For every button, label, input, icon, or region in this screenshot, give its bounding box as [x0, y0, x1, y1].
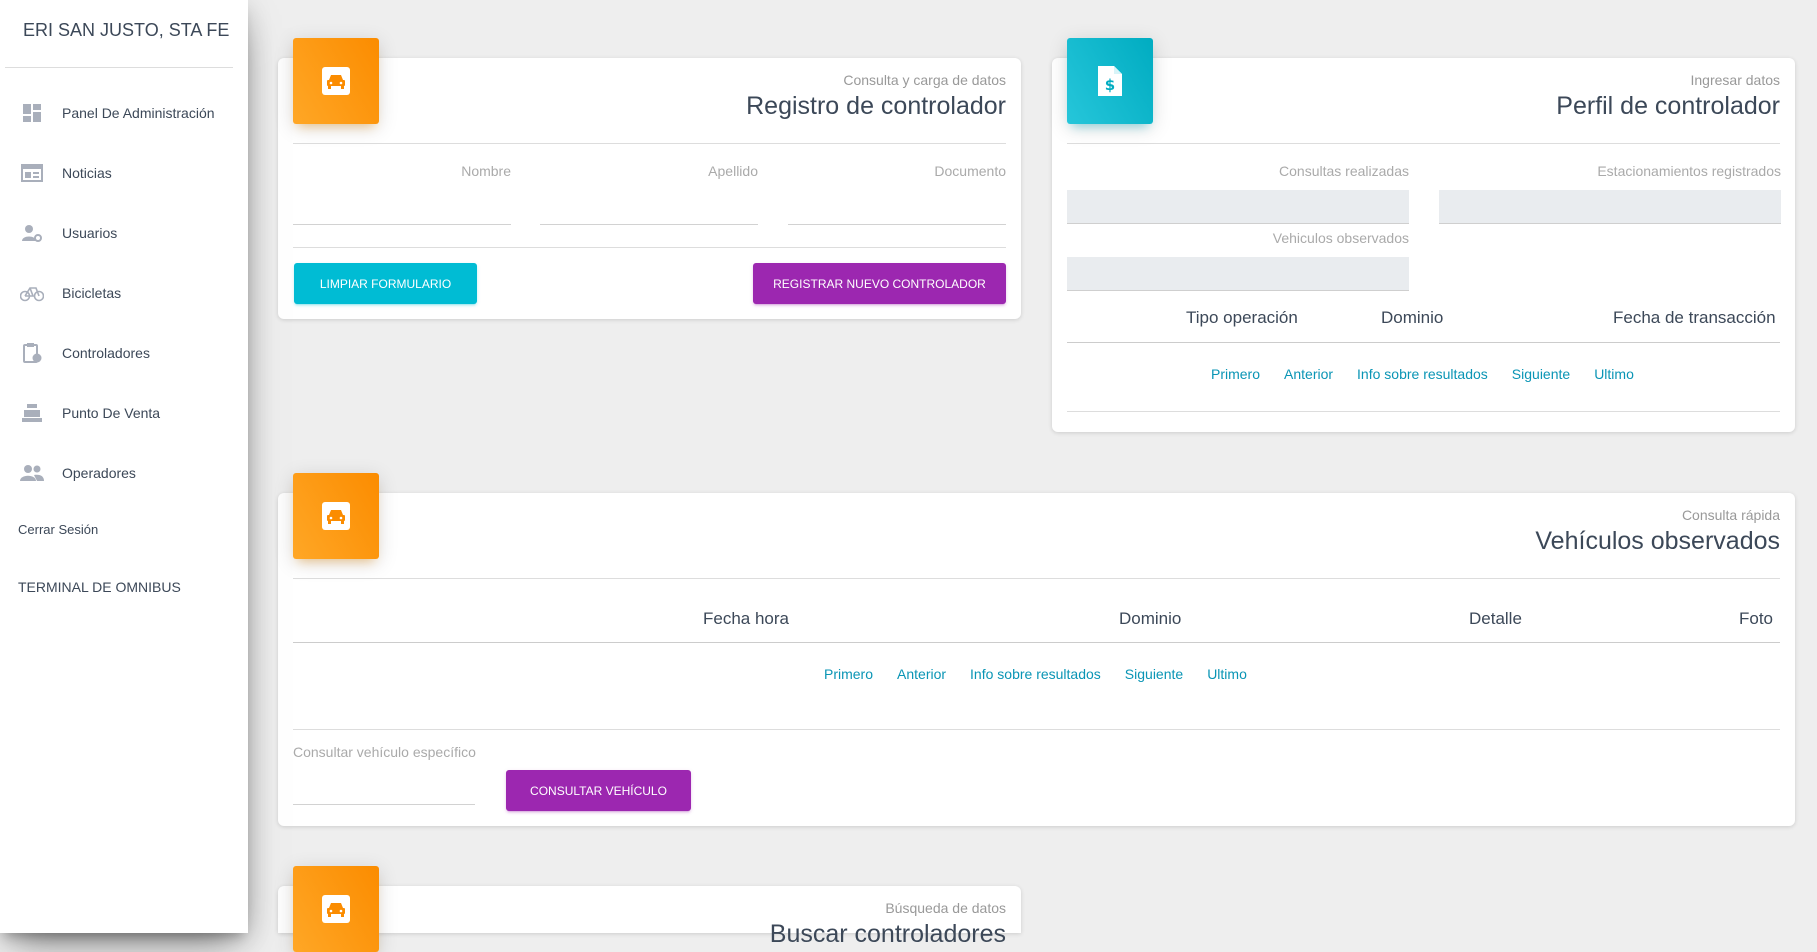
pager-last[interactable]: Ultimo: [1207, 666, 1247, 682]
sidebar-item-label: Operadores: [62, 465, 136, 481]
clipboard-clock-icon: [20, 341, 44, 365]
pager-previous[interactable]: Anterior: [897, 666, 946, 682]
apellido-label: Apellido: [708, 163, 758, 179]
column-header[interactable]: Dominio: [1381, 308, 1443, 328]
nombre-input[interactable]: [293, 224, 511, 225]
terminal-label: TERMINAL DE OMNIBUS: [18, 579, 181, 595]
brand-title[interactable]: ERI SAN JUSTO, STA FE: [23, 20, 229, 41]
sidebar-item-label: Controladores: [62, 345, 150, 361]
vehiculos-observados-label: Vehiculos observados: [1272, 230, 1409, 246]
column-header[interactable]: Foto: [1739, 609, 1773, 629]
sidebar-item-noticias[interactable]: Noticias: [20, 158, 112, 188]
card-category: Búsqueda de datos: [885, 900, 1006, 916]
svg-text:$: $: [1105, 76, 1115, 94]
sidebar-item-punto-de-venta[interactable]: Punto De Venta: [20, 398, 160, 428]
registro-card: Consulta y carga de datos Registro de co…: [278, 58, 1021, 319]
people-icon: [20, 461, 44, 485]
pager-last[interactable]: Ultimo: [1594, 366, 1634, 382]
invoice-dollar-icon: $: [1067, 38, 1153, 124]
sidebar-item-label: Usuarios: [62, 225, 118, 241]
column-header[interactable]: Dominio: [1119, 609, 1181, 629]
consultar-vehiculo-label: Consultar vehículo específico: [293, 744, 476, 760]
car-icon: [293, 866, 379, 952]
cash-register-icon: [20, 401, 44, 425]
sidebar-item-panel[interactable]: Panel De Administración: [20, 98, 215, 128]
card-divider: [1067, 411, 1780, 412]
table-divider: [293, 642, 1780, 643]
sidebar-item-operadores[interactable]: Operadores: [20, 458, 136, 488]
apellido-input[interactable]: [540, 224, 758, 225]
pager-first[interactable]: Primero: [824, 666, 873, 682]
documento-label: Documento: [934, 163, 1006, 179]
sidebar: ERI SAN JUSTO, STA FE Panel De Administr…: [0, 0, 248, 933]
consultas-label: Consultas realizadas: [1279, 163, 1409, 179]
column-header[interactable]: Tipo operación: [1186, 308, 1298, 328]
clear-form-button[interactable]: LIMPIAR FORMULARIO: [294, 263, 477, 304]
sidebar-item-label: Bicicletas: [62, 285, 122, 301]
table-divider: [1067, 342, 1780, 343]
card-category: Consulta y carga de datos: [843, 72, 1006, 88]
car-icon: [293, 38, 379, 124]
card-title: Vehículos observados: [1535, 527, 1780, 555]
nombre-label: Nombre: [461, 163, 511, 179]
perfil-card: Ingresar datos Perfil de controlador Con…: [1052, 58, 1795, 432]
pagination: Primero Anterior Info sobre resultados S…: [824, 666, 1247, 682]
pagination: Primero Anterior Info sobre resultados S…: [1211, 366, 1634, 382]
consultar-vehiculo-input[interactable]: [293, 804, 475, 805]
bicycle-icon: [20, 281, 44, 305]
sidebar-item-controladores[interactable]: Controladores: [20, 338, 150, 368]
sidebar-item-usuarios[interactable]: Usuarios: [20, 218, 117, 248]
sidebar-item-bicicletas[interactable]: Bicicletas: [20, 278, 121, 308]
sidebar-item-label: Noticias: [62, 165, 112, 181]
pager-next[interactable]: Siguiente: [1125, 666, 1183, 682]
column-header[interactable]: Detalle: [1469, 609, 1522, 629]
card-title: Perfil de controlador: [1556, 92, 1780, 120]
sidebar-item-label: Panel De Administración: [62, 105, 215, 121]
estacionamientos-label: Estacionamientos registrados: [1597, 163, 1781, 179]
pager-first[interactable]: Primero: [1211, 366, 1260, 382]
sidebar-item-label: Punto De Venta: [62, 405, 161, 421]
buscar-card: Búsqueda de datos Buscar controladores: [278, 886, 1021, 948]
card-divider: [293, 578, 1780, 579]
card-divider: [293, 729, 1780, 730]
newspaper-icon: [20, 161, 44, 185]
card-category: Ingresar datos: [1690, 72, 1781, 88]
vehiculos-card: Consulta rápida Vehículos observados Fec…: [278, 493, 1795, 826]
car-icon: [293, 473, 379, 559]
card-title: Buscar controladores: [769, 920, 1006, 948]
estacionamientos-field: [1439, 190, 1781, 224]
card-divider: [293, 247, 1006, 248]
user-settings-icon: [20, 221, 44, 245]
pager-previous[interactable]: Anterior: [1284, 366, 1333, 382]
column-header[interactable]: Fecha de transacción: [1613, 308, 1776, 328]
vehiculos-observados-field: [1067, 257, 1409, 291]
pager-info[interactable]: Info sobre resultados: [1357, 366, 1488, 382]
sidebar-divider: [5, 67, 233, 68]
logout-link[interactable]: Cerrar Sesión: [18, 522, 98, 537]
pager-info[interactable]: Info sobre resultados: [970, 666, 1101, 682]
consultas-field: [1067, 190, 1409, 224]
pager-next[interactable]: Siguiente: [1512, 366, 1570, 382]
card-divider: [1067, 143, 1780, 144]
register-controller-button[interactable]: REGISTRAR NUEVO CONTROLADOR: [753, 263, 1006, 304]
card-title: Registro de controlador: [746, 92, 1006, 120]
documento-input[interactable]: [788, 224, 1006, 225]
dashboard-icon: [20, 101, 44, 125]
column-header[interactable]: Fecha hora: [703, 609, 789, 629]
card-category: Consulta rápida: [1681, 507, 1780, 523]
consultar-vehiculo-button[interactable]: CONSULTAR VEHÍCULO: [506, 770, 691, 811]
card-divider: [293, 143, 1006, 144]
